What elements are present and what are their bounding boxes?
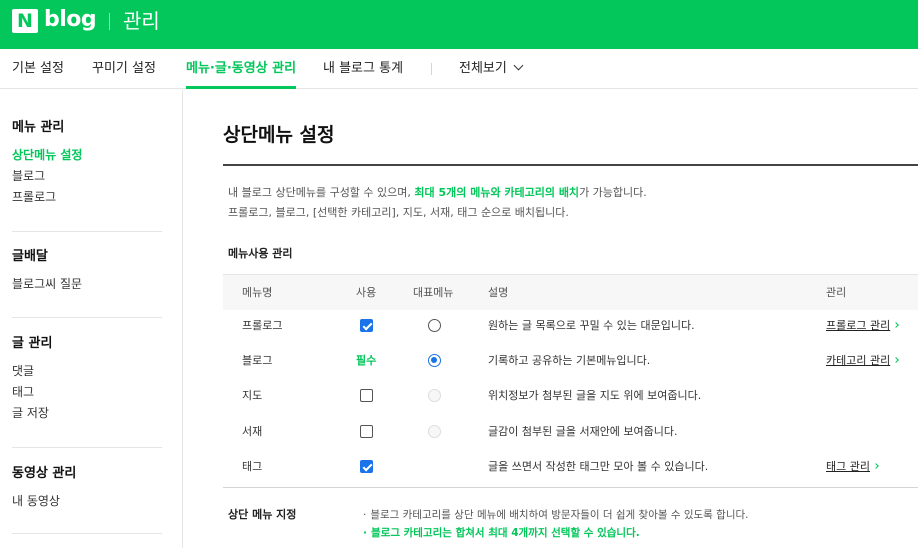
- nav-tab-decoration-settings[interactable]: 꾸미기 설정: [92, 49, 156, 89]
- main-nav: 기본 설정 꾸미기 설정 메뉴·글·동영상 관리 내 블로그 통계 전체보기: [0, 49, 918, 89]
- menu-name: 지도: [242, 389, 263, 402]
- menu-name: 태그: [242, 460, 263, 473]
- description-text: 가 가능합니다.: [579, 186, 647, 199]
- use-checkbox[interactable]: [360, 319, 373, 332]
- sidebar-group-title: 동영상 관리: [12, 466, 77, 481]
- blog-logo[interactable]: blog: [44, 5, 97, 35]
- rep-menu-radio[interactable]: [428, 319, 441, 332]
- description-line-1: 내 블로그 상단메뉴를 구성할 수 있으며, 최대 5개의 메뉴와 카테고리의 …: [228, 185, 647, 201]
- manage-link-label: 태그 관리: [826, 460, 870, 473]
- sidebar-divider: [12, 447, 162, 448]
- sidebar-divider: [12, 317, 162, 318]
- menu-name: 서재: [242, 425, 263, 438]
- header-menu-name: 메뉴명: [242, 286, 273, 299]
- menu-usage-subtitle: 메뉴사용 관리: [228, 247, 293, 260]
- use-required-label: 필수: [356, 354, 377, 367]
- menu-description: 글을 쓰면서 작성한 태그만 모아 볼 수 있습니다.: [488, 460, 709, 473]
- sidebar-item-my-videos[interactable]: 내 동영상: [12, 491, 162, 512]
- use-checkbox[interactable]: [360, 460, 373, 473]
- menu-description: 글감이 첨부된 글을 서재안에 보여줍니다.: [488, 425, 678, 438]
- top-bar: N blog 관리: [0, 0, 918, 49]
- sidebar-divider: [12, 533, 162, 534]
- table-row: 태그 글을 쓰면서 작성한 태그만 모아 볼 수 있습니다. 태그 관리: [223, 449, 918, 484]
- chevron-right-icon: [893, 322, 900, 328]
- top-menu-assign-title: 상단 메뉴 지정: [228, 508, 297, 521]
- naver-logo-icon[interactable]: N: [12, 9, 38, 33]
- table-header: 메뉴명 사용 대표메뉴 설명 관리: [223, 275, 918, 310]
- sidebar-group-video-management: 동영상 관리 내 동영상: [12, 465, 162, 512]
- sidebar-group-title: 글 관리: [12, 336, 53, 351]
- page-section-title: 관리: [123, 9, 160, 33]
- nav-divider: [431, 63, 432, 75]
- manage-link-label: 카테고리 관리: [826, 354, 891, 367]
- table-row: 서재 글감이 첨부된 글을 서재안에 보여줍니다.: [223, 414, 918, 449]
- table-row: 프롤로그 원하는 글 목록으로 꾸밀 수 있는 대문입니다. 프롤로그 관리: [223, 308, 918, 343]
- note-2: · 블로그 카테고리는 합쳐서 최대 4개까지 선택할 수 있습니다.: [363, 525, 640, 541]
- description-line-2: 프롤로그, 블로그, [선택한 카테고리], 지도, 서재, 태그 순으로 배치…: [228, 206, 569, 219]
- nav-tab-basic-settings[interactable]: 기본 설정: [12, 49, 64, 89]
- header-rep-menu: 대표메뉴: [413, 286, 454, 299]
- description-text: 내 블로그 상단메뉴를 구성할 수 있으며,: [228, 186, 415, 199]
- menu-description: 원하는 글 목록으로 꾸밀 수 있는 대문입니다.: [488, 319, 695, 332]
- manage-link-category[interactable]: 카테고리 관리: [826, 343, 900, 378]
- nav-view-all[interactable]: 전체보기: [459, 49, 524, 89]
- bullet: ·: [363, 509, 367, 521]
- menu-name: 블로그: [242, 354, 273, 367]
- description-highlight: 최대 5개의 메뉴와 카테고리의 배치: [414, 186, 580, 199]
- sidebar: 메뉴 관리 상단메뉴 설정 블로그 프롤로그 글배달 블로그씨 질문 글 관리 …: [0, 90, 183, 548]
- rep-menu-radio: [428, 425, 441, 438]
- chevron-down-icon: [513, 60, 524, 71]
- sidebar-group-menu: 메뉴 관리 상단메뉴 설정 블로그 프롤로그: [12, 119, 162, 208]
- manage-link-label: 프롤로그 관리: [826, 319, 891, 332]
- manage-link-prologue[interactable]: 프롤로그 관리: [826, 308, 900, 343]
- header-use: 사용: [356, 286, 377, 299]
- sidebar-item-saved-posts[interactable]: 글 저장: [12, 403, 162, 424]
- note-1: · 블로그 카테고리를 상단 메뉴에 배치하여 방문자들이 더 쉽게 찾아볼 수 …: [363, 507, 749, 523]
- nav-tab-blog-stats[interactable]: 내 블로그 통계: [323, 49, 403, 89]
- header-manage: 관리: [826, 286, 847, 299]
- rep-menu-radio: [428, 389, 441, 402]
- sidebar-group-title: 글배달: [12, 249, 48, 264]
- bullet: ·: [363, 527, 367, 539]
- menu-description: 위치정보가 첨부된 글을 지도 위에 보여줍니다.: [488, 389, 702, 402]
- sidebar-item-tags[interactable]: 태그: [12, 382, 162, 403]
- title-divider: [223, 164, 918, 166]
- menu-description: 기록하고 공유하는 기본메뉴입니다.: [488, 354, 651, 367]
- sidebar-divider: [12, 231, 162, 232]
- table-bottom-border: [223, 487, 918, 488]
- logo-divider: [109, 13, 110, 30]
- page-title: 상단메뉴 설정: [223, 124, 335, 146]
- menu-name: 프롤로그: [242, 319, 283, 332]
- table-row: 지도 위치정보가 첨부된 글을 지도 위에 보여줍니다.: [223, 378, 918, 413]
- nav-tab-menu-post-video[interactable]: 메뉴·글·동영상 관리: [186, 49, 297, 89]
- sidebar-item-comments[interactable]: 댓글: [12, 361, 162, 382]
- nav-view-all-label: 전체보기: [459, 61, 507, 76]
- sidebar-group-post-management: 글 관리 댓글 태그 글 저장: [12, 335, 162, 424]
- sidebar-item-blogc-question[interactable]: 블로그씨 질문: [12, 274, 162, 295]
- chevron-right-icon: [893, 357, 900, 363]
- use-checkbox[interactable]: [360, 425, 373, 438]
- note-text: 블로그 카테고리는 합쳐서 최대 4개까지 선택할 수 있습니다.: [371, 527, 640, 539]
- table-row: 블로그 필수 기록하고 공유하는 기본메뉴입니다. 카테고리 관리: [223, 343, 918, 378]
- rep-menu-radio[interactable]: [428, 354, 441, 367]
- sidebar-group-title: 메뉴 관리: [12, 120, 65, 135]
- sidebar-item-prologue[interactable]: 프롤로그: [12, 187, 162, 208]
- sidebar-item-blog[interactable]: 블로그: [12, 166, 162, 187]
- sidebar-item-top-menu-settings[interactable]: 상단메뉴 설정: [12, 145, 162, 166]
- header-description: 설명: [488, 286, 509, 299]
- use-checkbox[interactable]: [360, 389, 373, 402]
- sidebar-group-post-delivery: 글배달 블로그씨 질문: [12, 248, 162, 295]
- chevron-right-icon: [873, 463, 879, 469]
- note-text: 블로그 카테고리를 상단 메뉴에 배치하여 방문자들이 더 쉽게 찾아볼 수 있…: [370, 509, 749, 521]
- manage-link-tags[interactable]: 태그 관리: [826, 449, 879, 484]
